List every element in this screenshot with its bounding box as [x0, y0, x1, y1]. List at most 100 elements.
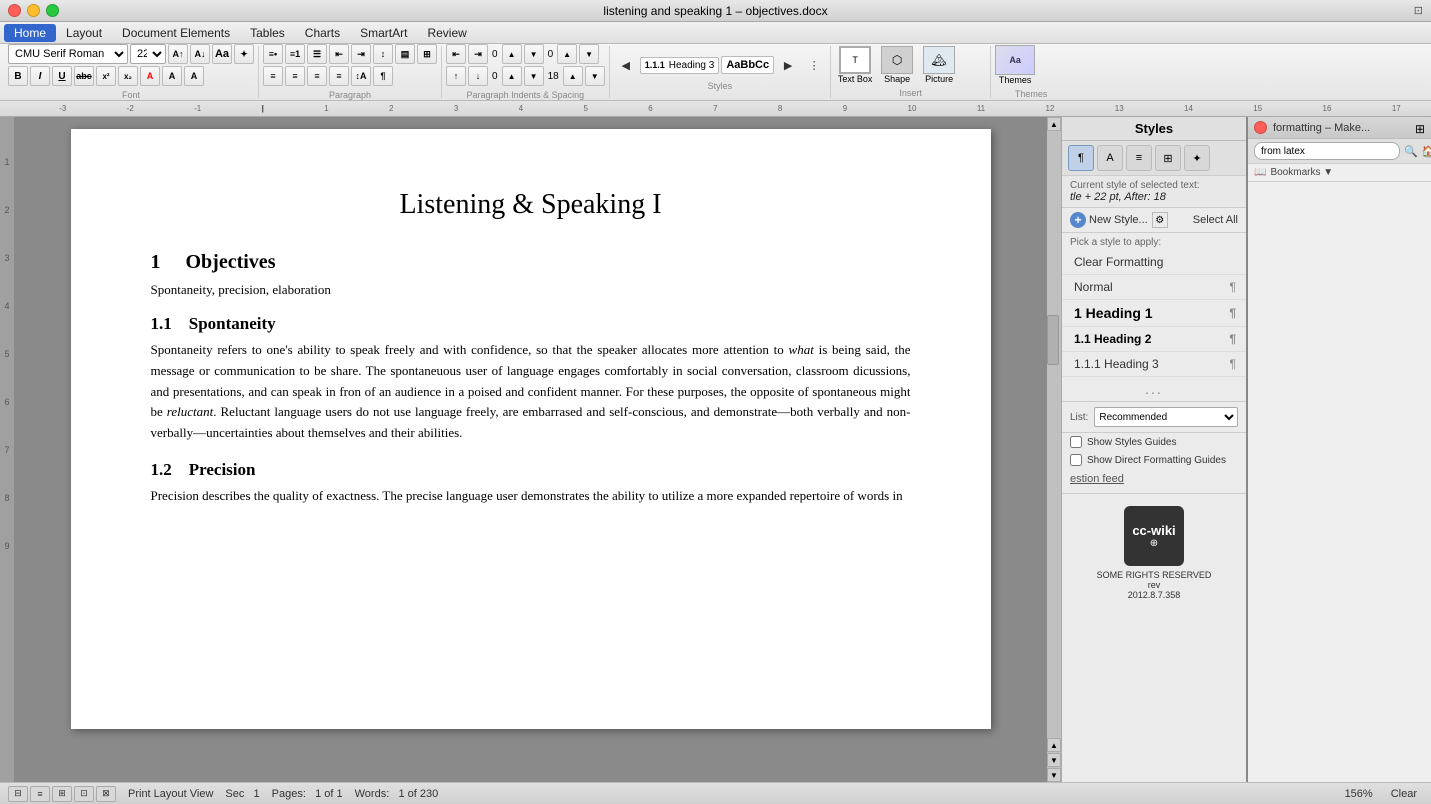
- align-center-btn[interactable]: ≡: [285, 66, 305, 86]
- menu-charts[interactable]: Charts: [295, 24, 350, 42]
- styles-expand-icon[interactable]: ⊞: [1415, 122, 1425, 136]
- view-btn-5[interactable]: ⊠: [96, 786, 116, 802]
- sw-close-btn[interactable]: [1254, 121, 1267, 134]
- style-icon-table[interactable]: ⊞: [1155, 145, 1181, 171]
- clear-btn[interactable]: Clear: [1385, 788, 1423, 800]
- align-left-btn[interactable]: ≡: [263, 66, 283, 86]
- menu-document-elements[interactable]: Document Elements: [112, 24, 240, 42]
- show-direct-guides-checkbox[interactable]: [1070, 454, 1082, 466]
- after-indent-up[interactable]: ▲: [557, 44, 577, 64]
- line-spacing-btn[interactable]: ↕: [373, 44, 393, 64]
- before-indent-down[interactable]: ▼: [524, 44, 544, 64]
- bullets-btn[interactable]: ≡•: [263, 44, 283, 64]
- scroll-down-btn[interactable]: ▼: [1047, 768, 1061, 782]
- select-all-button[interactable]: Select All: [1193, 214, 1238, 226]
- sa-up[interactable]: ▲: [563, 66, 583, 86]
- indent-right-btn[interactable]: ⇥: [468, 44, 488, 64]
- style-item-heading3[interactable]: 1.1.1 Heading 3 ¶: [1062, 352, 1246, 377]
- style-item-normal[interactable]: Normal ¶: [1062, 275, 1246, 300]
- new-style-button[interactable]: + New Style...: [1070, 212, 1148, 228]
- style-icon-all[interactable]: ✦: [1184, 145, 1210, 171]
- scroll-next-page[interactable]: ▼: [1047, 753, 1061, 767]
- list-select[interactable]: Recommended All Styles Custom: [1094, 407, 1238, 427]
- view-btn-3[interactable]: ⊞: [52, 786, 72, 802]
- minimize-button[interactable]: [27, 4, 40, 17]
- picture-btn[interactable]: 🏔 Picture: [919, 46, 959, 84]
- menu-smartart[interactable]: SmartArt: [350, 24, 417, 42]
- outline-btn[interactable]: ☰: [307, 44, 327, 64]
- view-btn-2[interactable]: ≡: [30, 786, 50, 802]
- indent-left-btn[interactable]: ⇤: [446, 44, 466, 64]
- numbering-btn[interactable]: ≡1: [285, 44, 305, 64]
- show-para-btn[interactable]: ¶: [373, 66, 393, 86]
- styles-expand-btn[interactable]: ⋮: [802, 53, 826, 77]
- menu-tables[interactable]: Tables: [240, 24, 295, 42]
- borders-btn[interactable]: ⊞: [417, 44, 437, 64]
- align-right-btn[interactable]: ≡: [307, 66, 327, 86]
- menu-layout[interactable]: Layout: [56, 24, 112, 42]
- scroll-thumb[interactable]: [1047, 315, 1059, 365]
- show-styles-guides-checkbox[interactable]: [1070, 436, 1082, 448]
- style-icon-para[interactable]: ¶: [1068, 145, 1094, 171]
- space-before-btn[interactable]: ↑: [446, 66, 466, 86]
- picture-icon: 🏔: [923, 46, 955, 74]
- shading-btn[interactable]: ▤: [395, 44, 415, 64]
- scroll-track[interactable]: [1047, 131, 1061, 738]
- font-bigger-btn[interactable]: A↑: [168, 44, 188, 64]
- menu-review[interactable]: Review: [417, 24, 476, 42]
- style-item-heading2[interactable]: 1.1 Heading 2 ¶: [1062, 327, 1246, 352]
- close-button[interactable]: [8, 4, 21, 17]
- underline-btn[interactable]: U: [52, 66, 72, 86]
- sb-down[interactable]: ▼: [524, 66, 544, 86]
- styles-next-btn[interactable]: ▶: [776, 53, 800, 77]
- sort-btn[interactable]: ↕A: [351, 66, 371, 86]
- style-management-btn[interactable]: ⚙: [1152, 212, 1168, 228]
- text-effect-btn[interactable]: A: [184, 66, 204, 86]
- font-color-btn[interactable]: A: [140, 66, 160, 86]
- font-name-select[interactable]: CMU Serif Roman: [8, 44, 128, 64]
- sw-search-input[interactable]: [1254, 142, 1400, 160]
- clear-format-btn[interactable]: ✦: [234, 44, 254, 64]
- superscript-btn[interactable]: x²: [96, 66, 116, 86]
- question-feed-link[interactable]: estion feed: [1062, 469, 1246, 489]
- maximize-button[interactable]: [46, 4, 59, 17]
- sw-bookmarks-label[interactable]: Bookmarks ▼: [1270, 167, 1333, 178]
- shape-btn[interactable]: ⬡ Shape: [877, 46, 917, 84]
- font-case-btn[interactable]: Aa: [212, 44, 232, 64]
- sa-down[interactable]: ▼: [585, 66, 605, 86]
- s11-number: 1.1: [151, 314, 172, 333]
- space-after-btn[interactable]: ↓: [468, 66, 488, 86]
- sb-up[interactable]: ▲: [502, 66, 522, 86]
- view-btn-1[interactable]: ⊟: [8, 786, 28, 802]
- strikethrough-btn[interactable]: abc: [74, 66, 94, 86]
- themes-btn[interactable]: Aa Themes: [995, 45, 1035, 85]
- style-item-heading1[interactable]: 1 Heading 1 ¶: [1062, 300, 1246, 327]
- style-icon-char[interactable]: A: [1097, 145, 1123, 171]
- styles-prev-btn[interactable]: ◀: [614, 53, 638, 77]
- view-buttons: ⊟ ≡ ⊞ ⊡ ⊠: [8, 786, 116, 802]
- indent-increase-btn[interactable]: ⇥: [351, 44, 371, 64]
- highlight-btn[interactable]: A: [162, 66, 182, 86]
- heading3-style-box[interactable]: 1.1.1 Heading 3: [640, 57, 720, 74]
- sw-search-icon[interactable]: 🔍: [1404, 145, 1418, 158]
- scroll-prev-page[interactable]: ▲: [1047, 738, 1061, 752]
- italic-btn[interactable]: I: [30, 66, 50, 86]
- scroll-up-btn[interactable]: ▲: [1047, 117, 1061, 131]
- font-smaller-btn[interactable]: A↓: [190, 44, 210, 64]
- font-size-select[interactable]: 22: [130, 44, 166, 64]
- after-indent-down[interactable]: ▼: [579, 44, 599, 64]
- view-btn-4[interactable]: ⊡: [74, 786, 94, 802]
- align-justify-btn[interactable]: ≡: [329, 66, 349, 86]
- style-icon-list[interactable]: ≡: [1126, 145, 1152, 171]
- resize-icon[interactable]: ⊡: [1414, 5, 1423, 17]
- title-style-box[interactable]: AaBbCc: [721, 56, 774, 74]
- subscript-btn[interactable]: x₂: [118, 66, 138, 86]
- menu-home[interactable]: Home: [4, 24, 56, 42]
- text-box-btn[interactable]: T Text Box: [835, 46, 875, 84]
- before-indent-up[interactable]: ▲: [502, 44, 522, 64]
- style-item-clear[interactable]: Clear Formatting: [1062, 250, 1246, 275]
- indent-decrease-btn[interactable]: ⇤: [329, 44, 349, 64]
- sw-home-icon[interactable]: 🏠: [1422, 145, 1431, 158]
- bold-btn[interactable]: B: [8, 66, 28, 86]
- doc-scroll-area[interactable]: Listening & Speaking I 1 Objectives Spon…: [14, 117, 1047, 782]
